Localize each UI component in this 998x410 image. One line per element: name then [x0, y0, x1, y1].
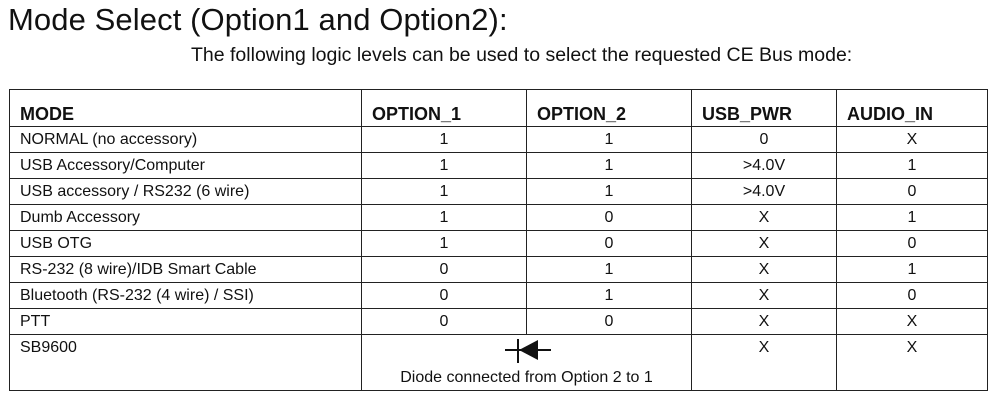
option-2-cell: 1	[526, 178, 692, 205]
table-row: PTT 0 0 X X	[9, 308, 988, 335]
usb-pwr-cell: >4.0V	[691, 152, 837, 179]
option-2-cell: 0	[526, 308, 692, 335]
column-header-option-2: OPTION_2	[526, 89, 692, 127]
column-header-usb-pwr: USB_PWR	[691, 89, 837, 127]
option-1-cell: 0	[361, 308, 527, 335]
usb-pwr-cell: 0	[691, 126, 837, 153]
mode-cell: USB Accessory/Computer	[9, 152, 362, 179]
mode-cell: Bluetooth (RS-232 (4 wire) / SSI)	[9, 282, 362, 309]
table-row: RS-232 (8 wire)/IDB Smart Cable 0 1 X 1	[9, 256, 988, 283]
option-2-cell: 0	[526, 204, 692, 231]
usb-pwr-cell: X	[691, 204, 837, 231]
mode-cell: USB OTG	[9, 230, 362, 257]
audio-in-cell: X	[836, 308, 988, 335]
option-2-cell: 1	[526, 152, 692, 179]
audio-in-cell: 0	[836, 178, 988, 205]
audio-in-cell: 0	[836, 230, 988, 257]
option-2-cell: 0	[526, 230, 692, 257]
usb-pwr-cell: X	[691, 230, 837, 257]
usb-pwr-cell: >4.0V	[691, 178, 837, 205]
audio-in-cell: 1	[836, 152, 988, 179]
option-1-cell: 1	[361, 152, 527, 179]
option-1-cell: 1	[361, 178, 527, 205]
table-row: Dumb Accessory 1 0 X 1	[9, 204, 988, 231]
usb-pwr-cell: X	[691, 282, 837, 309]
table-row: SB9600 Diode connected from Option 2 to …	[9, 334, 988, 391]
page-subtitle: The following logic levels can be used t…	[191, 44, 853, 66]
mode-cell: RS-232 (8 wire)/IDB Smart Cable	[9, 256, 362, 283]
audio-in-cell: 1	[836, 204, 988, 231]
audio-in-cell: 1	[836, 256, 988, 283]
page-title: Mode Select (Option1 and Option2):	[8, 2, 508, 37]
table-row: Bluetooth (RS-232 (4 wire) / SSI) 0 1 X …	[9, 282, 988, 309]
table-row: NORMAL (no accessory) 1 1 0 X	[9, 126, 988, 153]
option-diode-cell: Diode connected from Option 2 to 1	[361, 334, 692, 391]
mode-cell: Dumb Accessory	[9, 204, 362, 231]
option-1-cell: 0	[361, 282, 527, 309]
usb-pwr-cell: X	[691, 334, 837, 391]
table-row: USB Accessory/Computer 1 1 >4.0V 1	[9, 152, 988, 179]
column-header-option-1: OPTION_1	[361, 89, 527, 127]
usb-pwr-cell: X	[691, 308, 837, 335]
mode-cell: USB accessory / RS232 (6 wire)	[9, 178, 362, 205]
column-header-audio-in: AUDIO_IN	[836, 89, 988, 127]
audio-in-cell: 0	[836, 282, 988, 309]
option-1-cell: 1	[361, 204, 527, 231]
audio-in-cell: X	[836, 126, 988, 153]
option-2-cell: 1	[526, 282, 692, 309]
option-2-cell: 1	[526, 126, 692, 153]
diode-note: Diode connected from Option 2 to 1	[400, 369, 653, 386]
mode-select-table: MODE OPTION_1 OPTION_2 USB_PWR AUDIO_IN …	[9, 89, 988, 391]
option-1-cell: 1	[361, 126, 527, 153]
table-row: USB OTG 1 0 X 0	[9, 230, 988, 257]
option-1-cell: 1	[361, 230, 527, 257]
option-1-cell: 0	[361, 256, 527, 283]
table-row: USB accessory / RS232 (6 wire) 1 1 >4.0V…	[9, 178, 988, 205]
mode-cell: PTT	[9, 308, 362, 335]
table-header-row: MODE OPTION_1 OPTION_2 USB_PWR AUDIO_IN	[9, 89, 988, 127]
audio-in-cell: X	[836, 334, 988, 391]
usb-pwr-cell: X	[691, 256, 837, 283]
option-2-cell: 1	[526, 256, 692, 283]
column-header-mode: MODE	[9, 89, 362, 127]
mode-cell: NORMAL (no accessory)	[9, 126, 362, 153]
mode-cell: SB9600	[9, 334, 362, 391]
